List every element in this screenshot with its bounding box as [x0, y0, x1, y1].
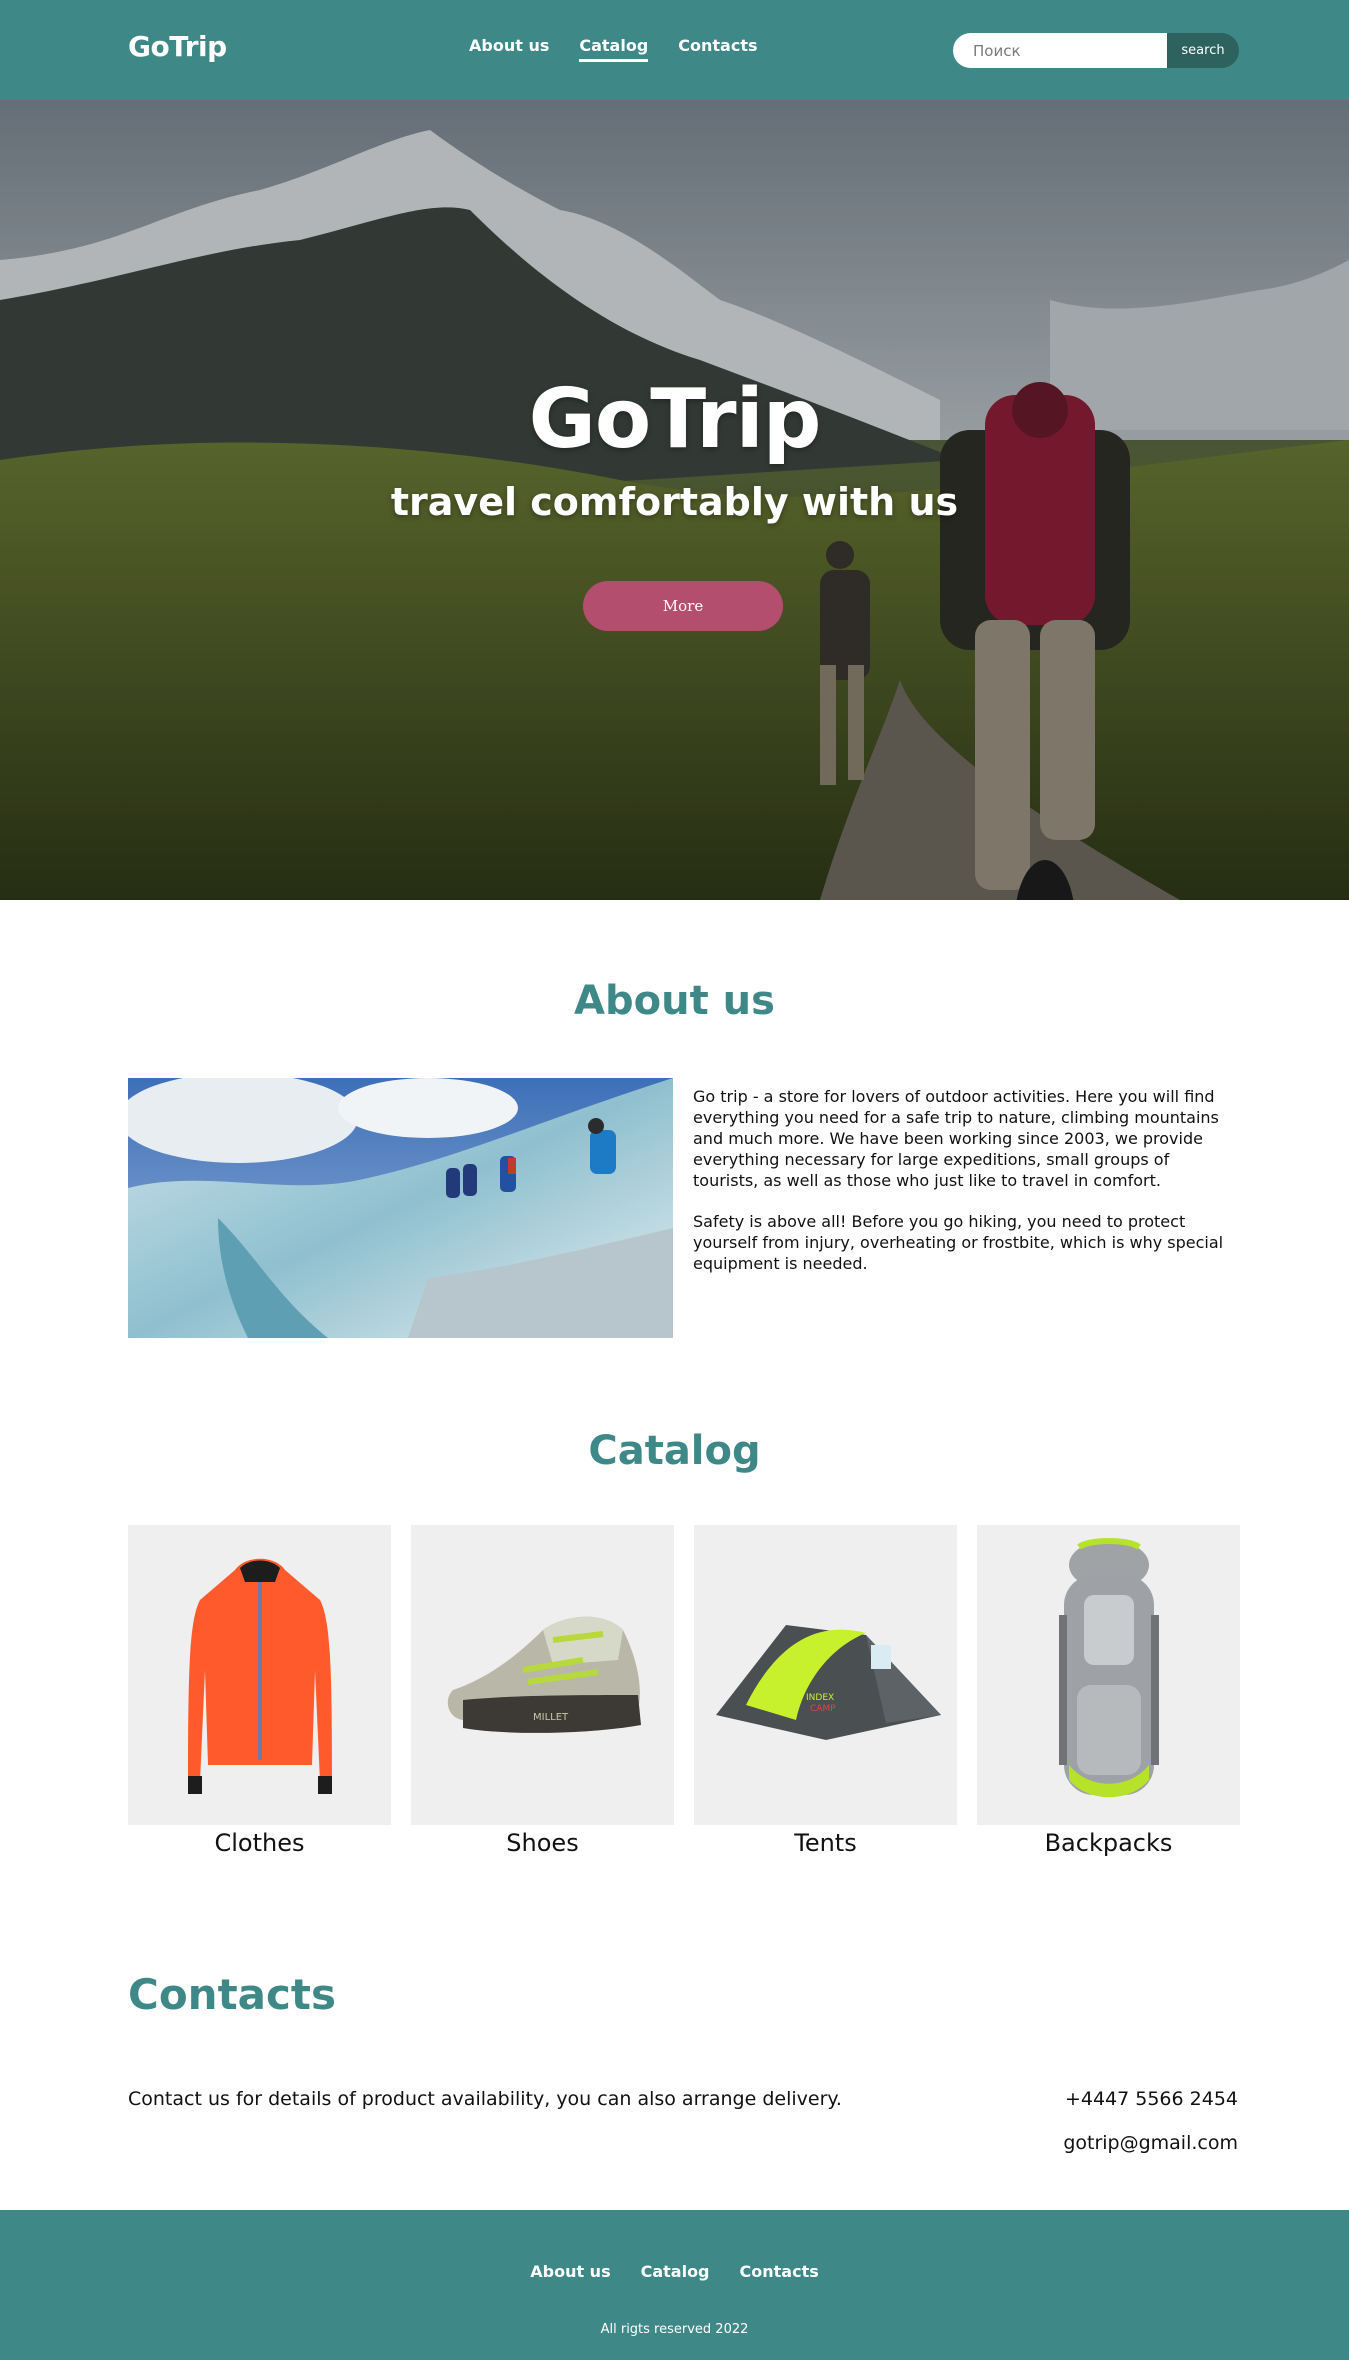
- hero-subtitle: travel comfortably with us: [390, 480, 959, 524]
- svg-text:CAMP: CAMP: [810, 1704, 836, 1714]
- search-form: search: [953, 33, 1239, 68]
- contacts-description: Contact us for details of product availa…: [128, 2088, 842, 2110]
- catalog-label-shoes: Shoes: [506, 1829, 579, 1857]
- contacts-title: Contacts: [128, 1970, 336, 2019]
- copyright: All rigts reserved 2022: [600, 2322, 749, 2337]
- catalog-card-tents[interactable]: INDEX CAMP Tents: [694, 1525, 957, 1857]
- nav-about-us[interactable]: About us: [469, 36, 549, 62]
- hero-banner: GoTrip travel comfortably with us More: [0, 100, 1349, 900]
- catalog-card-backpacks[interactable]: Backpacks: [977, 1525, 1240, 1857]
- contact-email[interactable]: gotrip@gmail.com: [1063, 2132, 1238, 2154]
- contacts-section: Contacts Contact us for details of produ…: [0, 1960, 1349, 2210]
- search-button[interactable]: search: [1167, 33, 1239, 68]
- catalog-label-clothes: Clothes: [214, 1829, 305, 1857]
- about-paragraph-1: Go trip - a store for lovers of outdoor …: [693, 1087, 1219, 1190]
- shoe-icon: MILLET: [411, 1525, 674, 1825]
- about-paragraph-2: Safety is above all! Before you go hikin…: [693, 1212, 1224, 1273]
- svg-text:INDEX: INDEX: [806, 1693, 834, 1703]
- nav-catalog[interactable]: Catalog: [579, 36, 649, 62]
- hero-title: GoTrip: [528, 372, 822, 467]
- backpack-icon: [977, 1525, 1240, 1825]
- catalog-cards: Clothes MILLET Shoes INDEX CAMP Tents Ba…: [128, 1525, 1240, 1857]
- search-input[interactable]: [953, 33, 1167, 68]
- catalog-card-shoes[interactable]: MILLET Shoes: [411, 1525, 674, 1857]
- svg-text:MILLET: MILLET: [533, 1712, 569, 1723]
- catalog-label-backpacks: Backpacks: [1044, 1829, 1173, 1857]
- site-header: GoTrip About us Catalog Contacts search: [0, 0, 1349, 100]
- catalog-card-clothes[interactable]: Clothes: [128, 1525, 391, 1857]
- about-title: About us: [574, 978, 775, 1024]
- footer-nav-catalog[interactable]: Catalog: [641, 2262, 710, 2281]
- nav-contacts[interactable]: Contacts: [678, 36, 757, 62]
- about-text: Go trip - a store for lovers of outdoor …: [693, 1086, 1238, 1274]
- footer-nav-contacts[interactable]: Contacts: [740, 2262, 819, 2281]
- main-nav: About us Catalog Contacts: [469, 36, 758, 62]
- tent-icon: INDEX CAMP: [694, 1525, 957, 1825]
- catalog-title: Catalog: [588, 1428, 761, 1474]
- more-button[interactable]: More: [583, 581, 783, 631]
- about-section: About us Go trip - a store for lovers of…: [0, 900, 1349, 1400]
- catalog-section: Catalog Clothes MILLET Shoes INDEX CAMP …: [0, 1400, 1349, 1960]
- logo[interactable]: GoTrip: [128, 30, 227, 63]
- footer-nav-about-us[interactable]: About us: [530, 2262, 610, 2281]
- footer-nav: About us Catalog Contacts: [0, 2262, 1349, 2281]
- contact-phone[interactable]: +4447 5566 2454: [1065, 2088, 1238, 2110]
- site-footer: About us Catalog Contacts All rigts rese…: [0, 2210, 1349, 2360]
- catalog-label-tents: Tents: [794, 1829, 857, 1857]
- jacket-icon: [128, 1525, 391, 1825]
- glacier-climbers-photo: [128, 1078, 673, 1338]
